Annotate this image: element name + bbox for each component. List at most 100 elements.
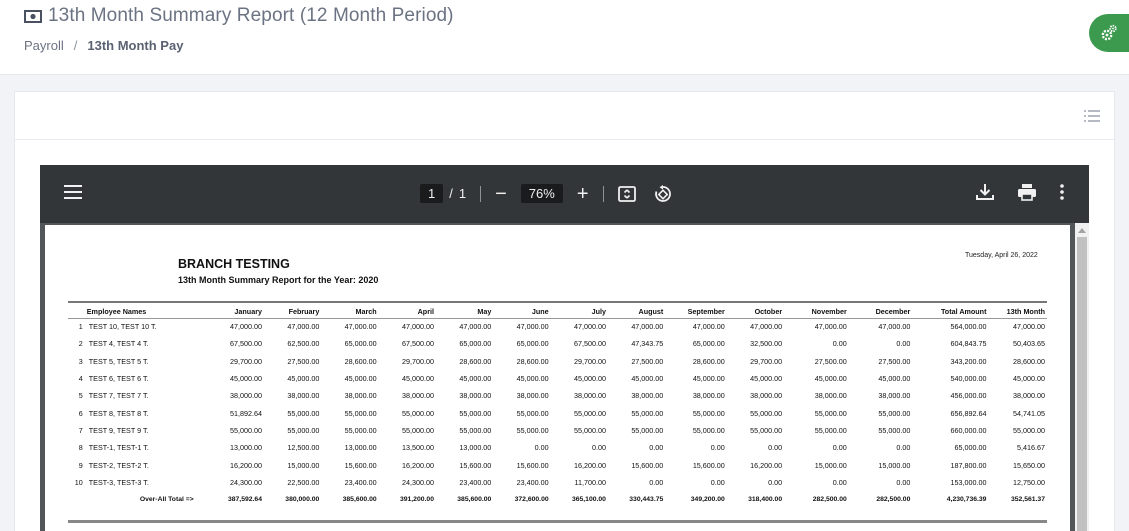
- amount-cell: 65,000.00: [954, 443, 987, 453]
- breadcrumb-payroll[interactable]: Payroll: [24, 38, 64, 53]
- amount-cell: 47,000.00: [230, 322, 262, 332]
- print-icon[interactable]: [1017, 183, 1037, 201]
- amount-cell: 47,000.00: [814, 322, 847, 332]
- total-cell: 352,561.37: [1010, 496, 1045, 504]
- amount-cell: 45,000.00: [402, 374, 434, 384]
- page-total: 1: [458, 186, 467, 201]
- page-header: 13th Month Summary Report (12 Month Peri…: [0, 0, 1129, 75]
- total-cell: 391,200.00: [399, 496, 434, 504]
- amount-cell: 47,000.00: [573, 322, 606, 332]
- row-index: 2: [78, 339, 83, 349]
- total-cell: 387,592.64: [227, 496, 262, 504]
- pdf-scrollbar[interactable]: [1075, 223, 1089, 531]
- amount-cell: 38,000.00: [631, 391, 664, 401]
- amount-cell: 153,000.00: [950, 477, 987, 487]
- amount-cell: 0.00: [649, 443, 664, 453]
- more-vert-icon[interactable]: [1059, 184, 1065, 200]
- settings-fab-button[interactable]: [1089, 14, 1129, 52]
- amount-cell: 67,500.00: [402, 339, 434, 349]
- zoom-input[interactable]: 76%: [520, 184, 563, 203]
- zoom-out-button[interactable]: −: [495, 184, 507, 204]
- download-icon[interactable]: [975, 183, 995, 201]
- amount-cell: 55,000.00: [750, 408, 783, 418]
- scroll-up-arrow-icon[interactable]: [1078, 228, 1086, 233]
- column-header: Employee Names: [86, 307, 147, 316]
- amount-cell: 0.00: [710, 443, 725, 453]
- amount-cell: 38,000.00: [878, 391, 911, 401]
- rotate-icon[interactable]: [654, 184, 672, 203]
- amount-cell: 540,000.00: [950, 374, 987, 384]
- list-icon[interactable]: [1084, 110, 1100, 122]
- breadcrumb: Payroll / 13th Month Pay: [24, 38, 183, 53]
- amount-cell: 29,700.00: [230, 356, 262, 366]
- amount-cell: 65,000.00: [516, 339, 549, 349]
- amount-cell: 65,000.00: [344, 339, 377, 349]
- index-header: [68, 305, 87, 318]
- column-header: October: [754, 307, 783, 316]
- amount-cell: 55,000.00: [516, 408, 549, 418]
- amount-cell: 13,500.00: [402, 443, 434, 453]
- amount-cell: 0.00: [832, 339, 847, 349]
- scroll-thumb[interactable]: [1077, 237, 1087, 531]
- amount-cell: 0.00: [591, 443, 606, 453]
- amount-cell: 24,300.00: [402, 477, 434, 487]
- total-row: Over-All Total => 387,592.64 380,000.00 385…: [68, 491, 1047, 508]
- title-row: 13th Month Summary Report (12 Month Peri…: [24, 5, 454, 27]
- amount-cell: 55,000.00: [287, 425, 320, 435]
- amount-cell: 13,000.00: [459, 443, 492, 453]
- column-header: 13th Month: [1006, 307, 1045, 316]
- amount-cell: 47,000.00: [402, 322, 434, 332]
- amount-cell: 15,650.00: [1013, 460, 1045, 470]
- column-header: September: [687, 307, 725, 316]
- amount-cell: 55,000.00: [459, 425, 492, 435]
- amount-cell: 54,741.05: [1013, 408, 1045, 418]
- amount-cell: 0.00: [896, 477, 911, 487]
- amount-cell: 45,000.00: [573, 374, 606, 384]
- amount-cell: 38,000.00: [344, 391, 377, 401]
- amount-cell: 67,500.00: [230, 339, 262, 349]
- fit-page-icon[interactable]: [617, 185, 636, 202]
- amount-cell: 11,700.00: [574, 477, 606, 487]
- employee-name: TEST-3, TEST-3 T.: [88, 477, 149, 487]
- amount-cell: 29,700.00: [750, 356, 783, 366]
- menu-icon[interactable]: [64, 185, 82, 199]
- amount-cell: 12,500.00: [287, 443, 320, 453]
- column-header: August: [638, 307, 664, 316]
- report-date: Tuesday, April 26, 2022: [965, 252, 1038, 259]
- amount-cell: 45,000.00: [230, 374, 262, 384]
- table-row: 9 TEST-2, TEST-2 T. 16,200.00 15,000.00 15,6…: [68, 456, 1047, 473]
- amount-cell: 27,500.00: [631, 356, 664, 366]
- amount-cell: 28,600.00: [344, 356, 377, 366]
- report-subtitle: 13th Month Summary Report for the Year: …: [178, 275, 379, 285]
- employee-name: TEST 9, TEST 9 T.: [88, 425, 149, 435]
- zoom-in-button[interactable]: +: [577, 184, 589, 204]
- amount-cell: 55,000.00: [692, 408, 725, 418]
- table-row: 10 TEST-3, TEST-3 T. 24,300.00 22,500.00 23,…: [68, 474, 1047, 491]
- amount-cell: 55,000.00: [1013, 425, 1045, 435]
- column-header: July: [591, 307, 606, 316]
- amount-cell: 45,000.00: [692, 374, 725, 384]
- amount-cell: 55,000.00: [692, 425, 725, 435]
- total-cell: 330,443.75: [629, 496, 664, 504]
- amount-cell: 47,000.00: [750, 322, 783, 332]
- page-number-input[interactable]: 1: [420, 184, 444, 203]
- amount-cell: 55,000.00: [287, 408, 320, 418]
- toolbar-divider: [480, 185, 482, 202]
- amount-cell: 45,000.00: [287, 374, 320, 384]
- amount-cell: 0.00: [768, 477, 783, 487]
- amount-cell: 27,500.00: [287, 356, 320, 366]
- amount-cell: 5,416.67: [1017, 443, 1045, 453]
- amount-cell: 0.00: [896, 443, 911, 453]
- amount-cell: 67,500.00: [573, 339, 606, 349]
- table-row: 1 TEST 10, TEST 10 T. 47,000.00 47,000.00 47…: [68, 318, 1047, 335]
- amount-cell: 55,000.00: [878, 408, 911, 418]
- amount-cell: 0.00: [649, 477, 664, 487]
- amount-cell: 16,200.00: [230, 460, 262, 470]
- employee-name: TEST 4, TEST 4 T.: [88, 339, 149, 349]
- pdf-page: Tuesday, April 26, 2022 BRANCH TESTING 1…: [45, 225, 1070, 531]
- employee-name: TEST 8, TEST 8 T.: [88, 408, 149, 418]
- employee-name: TEST 7, TEST 7 T.: [88, 391, 149, 401]
- pdf-viewer: 1 / 1 − 76% + Tuesday, April 26, 2022 BR…: [40, 165, 1089, 531]
- amount-cell: 660,000.00: [950, 425, 987, 435]
- total-cell: 282,500.00: [812, 496, 847, 504]
